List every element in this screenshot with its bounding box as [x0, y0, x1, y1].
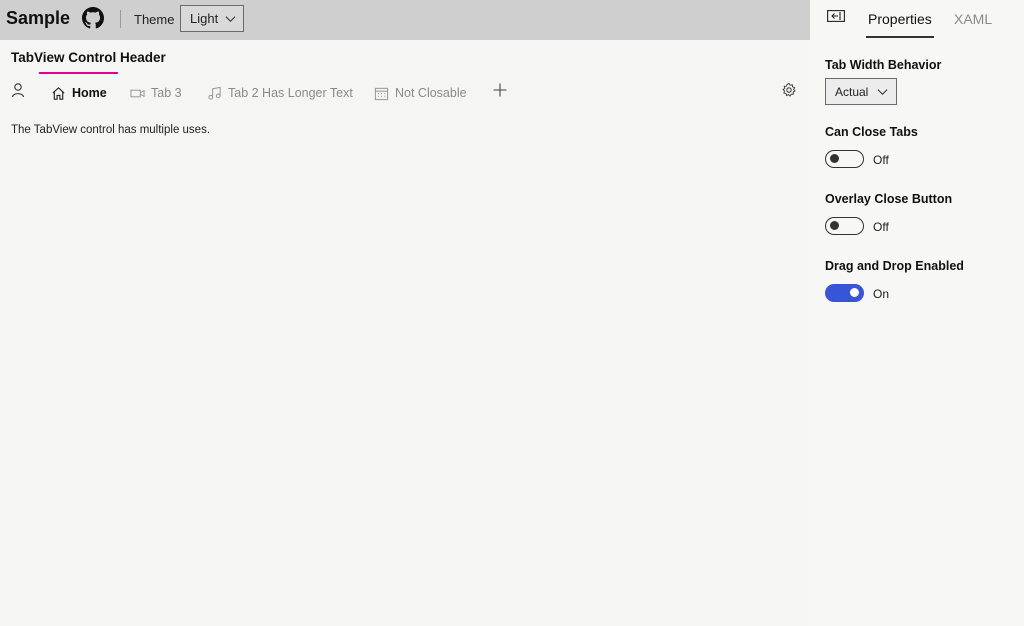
top-bar: Sample Theme Light	[0, 0, 810, 40]
tab-label: Tab 2 Has Longer Text	[228, 86, 353, 100]
tab-xaml[interactable]: XAML	[954, 11, 992, 27]
tab-strip: Home Tab 3 Tab 2 Has Longer Text Not Clo…	[0, 80, 810, 104]
toggle-knob	[850, 288, 859, 297]
tab-label: Not Closable	[395, 86, 467, 100]
can-close-tabs-toggle[interactable]	[825, 150, 864, 168]
tab-home[interactable]: Home	[51, 84, 107, 102]
tab-label: Tab 3	[151, 86, 182, 100]
overlay-close-button-state: Off	[873, 220, 889, 234]
drag-and-drop-enabled-state: On	[873, 287, 890, 301]
tabview-header: TabView Control Header	[11, 50, 166, 65]
chevron-down-icon	[877, 89, 888, 96]
can-close-tabs-state: Off	[873, 153, 889, 167]
chevron-down-icon	[225, 16, 236, 23]
tab-width-behavior-dropdown[interactable]: Actual	[825, 78, 897, 105]
pane-toggle-icon[interactable]	[827, 10, 845, 22]
gear-icon[interactable]	[781, 82, 797, 98]
tab-properties[interactable]: Properties	[868, 11, 932, 27]
divider	[120, 10, 121, 28]
properties-tab-underline	[866, 36, 934, 38]
person-icon[interactable]	[11, 82, 27, 98]
home-icon	[52, 86, 65, 100]
github-icon[interactable]	[82, 7, 104, 29]
tab-width-behavior-label: Tab Width Behavior	[825, 58, 942, 72]
theme-dropdown-value: Light	[190, 11, 219, 26]
tab-width-behavior-value: Actual	[835, 84, 869, 99]
video-icon	[130, 89, 145, 97]
properties-pane: Properties XAML Tab Width Behavior Actua…	[810, 0, 1024, 626]
tab-not-closable[interactable]: Not Closable	[374, 84, 467, 102]
toggle-knob	[830, 154, 839, 163]
add-tab-icon[interactable]	[492, 82, 508, 98]
tab-content-text: The TabView control has multiple uses.	[11, 124, 211, 136]
tab-label: Home	[72, 86, 107, 100]
header-underline	[39, 72, 118, 74]
overlay-close-button-label: Overlay Close Button	[825, 192, 953, 206]
app-title: Sample	[6, 8, 71, 28]
main-content: TabView Control Header Home Tab 3 Tab 2 …	[0, 40, 810, 626]
theme-dropdown[interactable]: Light	[180, 5, 244, 32]
can-close-tabs-label: Can Close Tabs	[825, 125, 918, 139]
theme-label: Theme	[134, 12, 175, 27]
toggle-knob	[830, 221, 839, 230]
drag-and-drop-enabled-label: Drag and Drop Enabled	[825, 259, 964, 273]
tab-2-longer-text[interactable]: Tab 2 Has Longer Text	[207, 84, 353, 102]
calendar-icon	[374, 87, 389, 100]
drag-and-drop-enabled-toggle[interactable]	[825, 284, 864, 302]
music-icon	[208, 86, 221, 100]
overlay-close-button-toggle[interactable]	[825, 217, 864, 235]
tab-3[interactable]: Tab 3	[130, 84, 182, 102]
